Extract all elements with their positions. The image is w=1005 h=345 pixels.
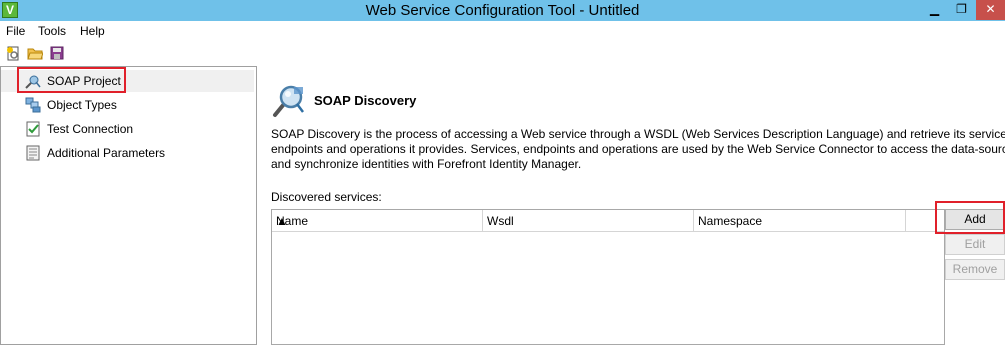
soap-discovery-icon <box>273 85 304 117</box>
menu-tools[interactable]: Tools <box>38 24 66 38</box>
column-label: Namespace <box>698 214 763 228</box>
toolbar <box>0 41 1005 65</box>
test-connection-icon <box>26 121 40 137</box>
navigation-tree: SOAP Project Object Types Test Connectio… <box>0 66 257 345</box>
tree-item-label: Additional Parameters <box>47 146 166 160</box>
tree-item-additional-parameters[interactable]: Additional Parameters <box>1 142 254 164</box>
minimize-button[interactable]: ▁ <box>921 0 948 20</box>
menu-help[interactable]: Help <box>80 24 105 38</box>
menu-file[interactable]: File <box>6 24 25 38</box>
add-button-highlight <box>935 201 1005 234</box>
tree-item-test-connection[interactable]: Test Connection <box>1 118 254 140</box>
tree-item-label: Test Connection <box>47 122 134 136</box>
discovered-services-label: Discovered services: <box>271 190 382 204</box>
edit-button[interactable]: Edit <box>945 234 1005 255</box>
section-description: SOAP Discovery is the process of accessi… <box>271 127 1005 172</box>
additional-parameters-icon <box>26 145 40 161</box>
title-bar: V Web Service Configuration Tool - Untit… <box>0 0 1005 21</box>
close-button[interactable]: ✕ <box>976 0 1005 20</box>
soap-project-highlight <box>17 67 126 93</box>
discovered-services-grid[interactable]: Name ▲ Wsdl Namespace <box>271 209 945 345</box>
new-project-icon[interactable] <box>5 45 21 61</box>
menu-bar: File Tools Help <box>0 21 1005 41</box>
window-title: Web Service Configuration Tool - Untitle… <box>365 2 640 19</box>
tree-item-label: Object Types <box>47 98 117 112</box>
maximize-button[interactable]: ❐ <box>948 0 975 20</box>
section-title: SOAP Discovery <box>314 93 417 108</box>
description-line: endpoints and operations it provides. Se… <box>271 142 1005 156</box>
save-icon[interactable] <box>49 45 65 61</box>
remove-button[interactable]: Remove <box>945 259 1005 280</box>
description-line: and synchronize identities with Forefron… <box>271 157 582 171</box>
column-header-name[interactable]: Name ▲ <box>272 210 483 231</box>
column-header-wsdl[interactable]: Wsdl <box>483 210 694 231</box>
description-line: SOAP Discovery is the process of accessi… <box>271 127 1005 141</box>
column-label: Wsdl <box>487 214 514 228</box>
grid-header: Name ▲ Wsdl Namespace <box>272 210 944 232</box>
tree-item-object-types[interactable]: Object Types <box>1 94 254 116</box>
object-types-icon <box>25 97 41 113</box>
sort-ascending-icon: ▲ <box>276 214 288 228</box>
column-header-namespace[interactable]: Namespace <box>694 210 906 231</box>
open-folder-icon[interactable] <box>27 45 43 61</box>
